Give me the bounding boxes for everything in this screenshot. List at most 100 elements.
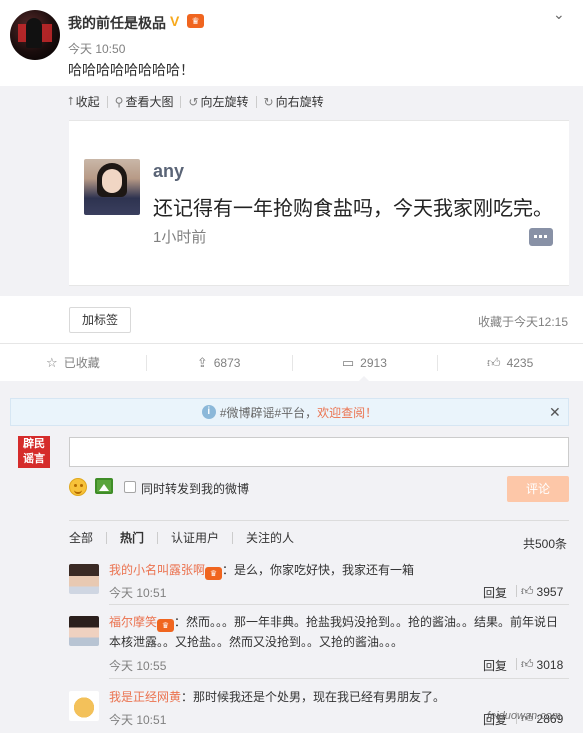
view-large-button[interactable]: ⚲ 查看大图 [115, 93, 174, 110]
logo-text-top: 辟民 [23, 438, 45, 450]
reply-like-divider [516, 658, 517, 670]
submit-comment-button[interactable]: 评论 [507, 476, 569, 502]
comment-time: 今天 10:51 [109, 713, 167, 727]
notice-link[interactable]: 欢迎查阅！ [317, 404, 377, 421]
verified-v-icon: V [170, 13, 180, 29]
rumor-logo-icon: 辟民 谣言 [18, 436, 50, 468]
post-text: 哈哈哈哈哈哈哈哈！ [68, 62, 194, 78]
repost-icon: ⇪ [196, 354, 208, 370]
filter-verified[interactable]: 认证用户 [171, 529, 219, 546]
favorite-label: 已收藏 [63, 356, 100, 370]
comment-input[interactable] [69, 437, 569, 467]
commenter-name[interactable]: 福尔摩笑 [109, 615, 157, 629]
comment-time: 今天 10:51 [109, 586, 167, 600]
favorite-button[interactable]: ☆ 已收藏 [0, 344, 146, 381]
logo-text-bottom: 谣言 [23, 453, 45, 465]
poster-avatar[interactable] [10, 10, 60, 60]
vip-badge-icon: ♛ [157, 619, 175, 632]
toolbar-divider [180, 95, 182, 108]
comment-divider [109, 604, 569, 605]
card-message-text: 还记得有一年抢购食盐吗，今天我家刚吃完。 [153, 198, 553, 220]
comment-body: 福尔摩笑 ♛ ：然而。。。那一年非典。抢盐我妈没抢到。。抢的酱油。。结果。前年说日本… [109, 612, 569, 652]
rotate-left-label: 向左旋转 [200, 95, 249, 109]
commenter-avatar[interactable] [69, 691, 99, 721]
toolbar-divider [255, 95, 257, 108]
rumor-notice-banner: i #微博辟谣#平台， 欢迎查阅！ [10, 398, 569, 426]
card-username: any [153, 161, 185, 181]
filter-all[interactable]: 全部 [69, 529, 93, 546]
action-bar: ☆ 已收藏 ⇪ 6873 ▭ 2913 👍︎ 4235 [0, 343, 583, 382]
card-timestamp: 1小时前 [153, 229, 207, 246]
poster-username[interactable]: 我的前任是极品 [68, 13, 166, 33]
rotate-left-button[interactable]: ↺ 向左旋转 [188, 93, 248, 110]
rotate-right-icon: ↻ [263, 94, 274, 109]
comment-time: 今天 10:55 [109, 659, 167, 673]
commenter-name[interactable]: 我的小名叫露张啊 [109, 563, 205, 577]
rotate-left-icon: ↺ [188, 94, 199, 109]
comment-like-count: 3957 [536, 584, 564, 599]
vip-badge-icon: ♛ [187, 14, 204, 28]
view-large-label: 查看大图 [125, 95, 174, 109]
reply-button[interactable]: 回复 [483, 584, 507, 601]
collapse-button[interactable]: ⭡ 收起 [68, 93, 100, 110]
embedded-image-card[interactable]: any 还记得有一年抢购食盐吗，今天我家刚吃完。 1小时前 [69, 120, 569, 286]
comment-filter-bar: 全部 热门 认证用户 关注的人 [69, 520, 569, 554]
add-tag-button[interactable]: 加标签 [69, 307, 131, 333]
repost-button[interactable]: ⇪ 6873 [145, 344, 292, 381]
comment-text: ：然而。。。那一年非典。抢盐我妈没抢到。。抢的酱油。。结果。前年说日本核泄露。。… [109, 615, 559, 649]
comment-count: 2913 [360, 355, 387, 370]
sync-repost-label: 同时转发到我的微博 [141, 482, 250, 496]
image-upload-icon[interactable] [95, 478, 113, 494]
comment-divider [109, 678, 569, 679]
vip-badge-icon: ♛ [205, 567, 223, 580]
commenter-avatar[interactable] [69, 564, 99, 594]
arrow-up-icon: ⭡ [68, 94, 74, 108]
comment-text: ：那时候我还是个处男，现在我已经有男朋友了。 [181, 690, 446, 704]
site-watermark: feiduowan.com [487, 710, 561, 722]
comment-icon: ▭ [341, 354, 355, 370]
favorite-time: 收藏于今天12:15 [478, 315, 569, 329]
comment-total: 共500条 [523, 537, 568, 551]
thumbs-up-icon: 👍︎ [521, 584, 534, 598]
reply-like-divider [516, 585, 517, 597]
like-button[interactable]: 👍︎ 4235 [437, 344, 583, 381]
rotate-right-label: 向右旋转 [275, 95, 324, 109]
commenter-avatar[interactable] [69, 616, 99, 646]
collapse-label: 收起 [75, 95, 100, 109]
repost-count: 6873 [213, 355, 241, 370]
comment-text: ：是么，你家吃好快，我家还有一箱 [222, 563, 415, 577]
info-icon: i [201, 405, 216, 419]
toolbar-divider [106, 95, 108, 108]
sync-repost-checkbox[interactable] [124, 481, 136, 493]
avatar-figure-graphic [26, 18, 42, 48]
filter-divider [106, 531, 108, 544]
emoji-icon[interactable] [69, 478, 87, 496]
thumbs-up-icon: 👍︎ [486, 354, 501, 370]
thumbs-up-icon: 👍︎ [521, 657, 534, 671]
filter-following[interactable]: 关注的人 [246, 529, 294, 546]
notice-text: #微博辟谣#平台， [219, 405, 318, 420]
comment-like-button[interactable]: 👍︎ 3018 [521, 657, 563, 672]
magnifier-icon: ⚲ [114, 94, 124, 109]
comment-like-button[interactable]: 👍︎ 3957 [521, 584, 563, 599]
comment-section [0, 381, 583, 733]
card-avatar-photo [84, 159, 140, 215]
post-timestamp[interactable]: 今天 10:50 [68, 40, 125, 57]
comment-body: 我的小名叫露张啊 ♛ ：是么，你家吃好快，我家还有一箱 [109, 560, 569, 580]
reply-button[interactable]: 回复 [483, 657, 507, 674]
like-count: 4235 [506, 355, 534, 370]
avatar-face-graphic [102, 169, 122, 193]
filter-hot[interactable]: 热门 [120, 529, 144, 546]
filter-divider [157, 531, 159, 544]
commenter-name[interactable]: 我是正经网黄 [109, 690, 181, 704]
star-icon: ☆ [46, 354, 58, 370]
close-icon[interactable]: ✕ [549, 404, 561, 421]
comment-body: 我是正经网黄：那时候我还是个处男，现在我已经有男朋友了。 [109, 687, 569, 707]
media-toolbar: ⭡ 收起 ⚲ 查看大图 ↺ 向左旋转 ↻ 向右旋转 [68, 93, 324, 110]
rotate-right-button[interactable]: ↻ 向右旋转 [264, 93, 324, 110]
chat-bubble-icon [529, 228, 553, 246]
chevron-down-icon[interactable]: ⌄ [553, 6, 569, 22]
filter-divider [232, 531, 234, 544]
comment-like-count: 3018 [536, 657, 564, 672]
comment-button[interactable]: ▭ 2913 [291, 344, 438, 382]
